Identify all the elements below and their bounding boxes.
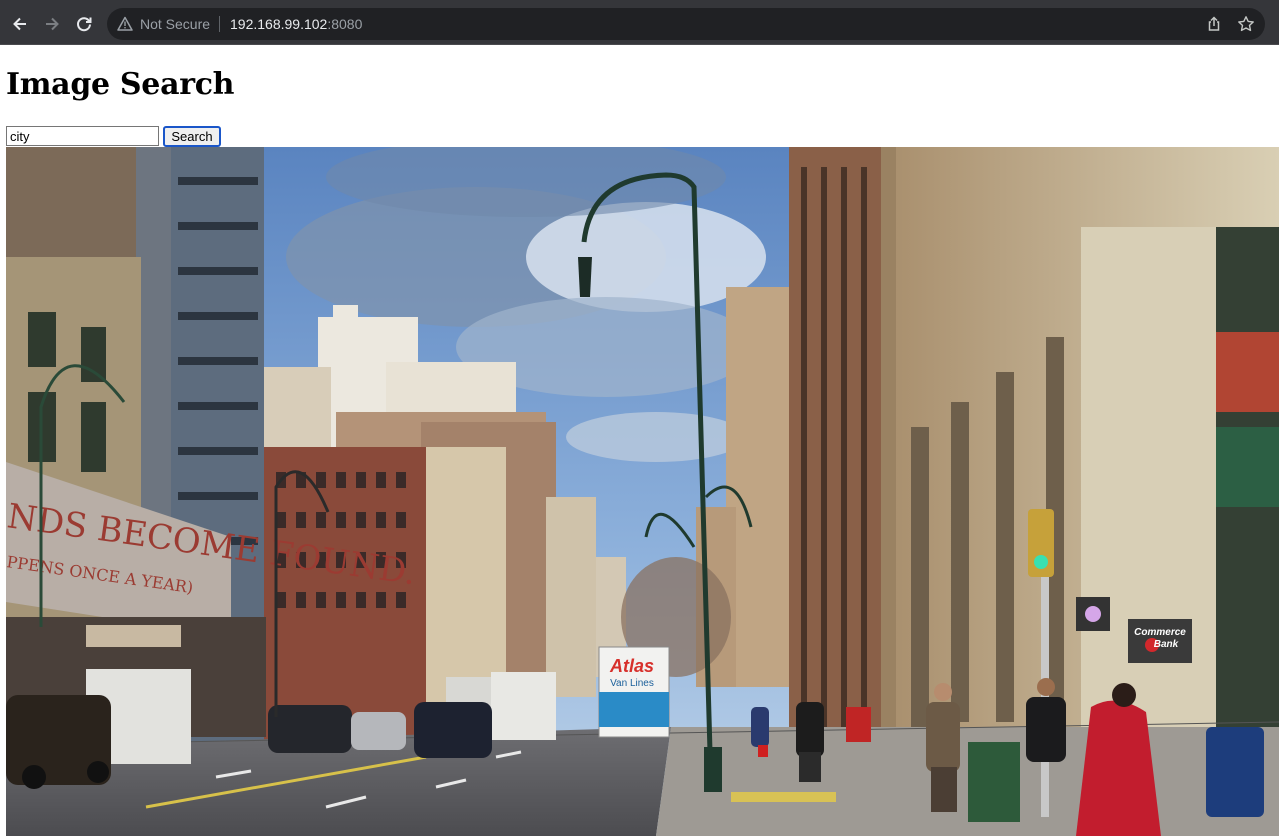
- reload-icon: [77, 17, 92, 32]
- address-bar[interactable]: Not Secure 192.168.99.102:8080: [107, 8, 1265, 40]
- forward-arrow-icon: [46, 17, 59, 31]
- bank-sign-line1: Commerce: [1134, 627, 1186, 638]
- truck-brand-text: Atlas: [609, 656, 654, 676]
- forward-button[interactable]: [38, 10, 66, 38]
- browser-toolbar: Not Secure 192.168.99.102:8080: [0, 4, 1279, 44]
- back-button[interactable]: [6, 10, 34, 38]
- url-text[interactable]: 192.168.99.102:8080: [230, 14, 362, 34]
- back-arrow-icon: [13, 17, 26, 31]
- warning-icon[interactable]: [117, 16, 133, 32]
- search-input[interactable]: [6, 126, 159, 146]
- search-result-image: NDS BECOME FOUND. PPENS ONCE A YEAR) Com…: [6, 147, 1279, 836]
- omnibox-divider: [219, 16, 220, 32]
- city-street-photo: NDS BECOME FOUND. PPENS ONCE A YEAR) Com…: [6, 147, 1279, 836]
- reload-button[interactable]: [70, 10, 98, 38]
- truck-sub-text: Van Lines: [610, 678, 654, 689]
- url-port: :8080: [327, 16, 363, 32]
- toolbar-separator: [0, 44, 1279, 45]
- search-button[interactable]: Search: [163, 126, 221, 147]
- page-title: Image Search: [6, 67, 235, 102]
- share-icon[interactable]: [1205, 15, 1223, 33]
- bank-sign-line2: Bank: [1154, 639, 1179, 650]
- bookmark-star-icon[interactable]: [1237, 15, 1255, 33]
- url-host: 192.168.99.102: [230, 16, 328, 32]
- security-label[interactable]: Not Secure: [140, 14, 210, 34]
